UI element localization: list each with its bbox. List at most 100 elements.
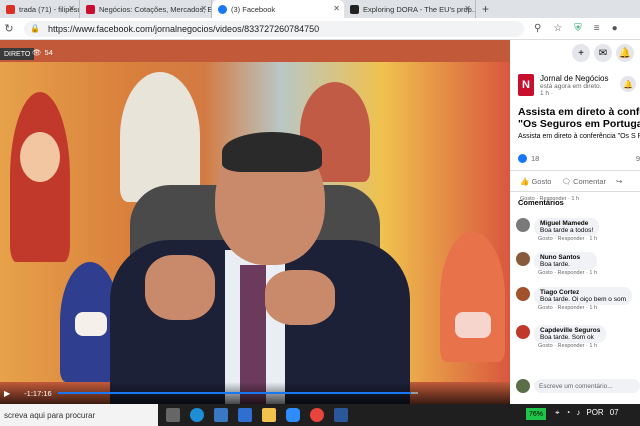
location-icon[interactable]: ⌖ <box>555 408 560 418</box>
post-age: 1 h · <box>540 90 554 97</box>
post-title: Assista em direto à confer "Os Seguros e… <box>518 106 640 130</box>
close-icon[interactable]: ✕ <box>68 4 75 13</box>
tab-2[interactable]: (3) Facebook ✕ <box>212 0 344 18</box>
task-view-icon[interactable] <box>166 408 180 422</box>
comment-item: Capdeville Seguros Boa tarde. Som ok Gosto… <box>516 325 607 349</box>
tab-0[interactable]: trada (71) - filipesu... ✕ <box>0 0 80 18</box>
reading-list-icon[interactable]: ≡ <box>594 23 600 34</box>
close-icon[interactable]: ✕ <box>464 4 471 13</box>
comment-item: Tiago Cortez Boa tarde. Oi oiço bem o som… <box>516 287 632 311</box>
like-button[interactable]: 👍 Gosto <box>520 177 551 186</box>
comment-label: Comentar <box>573 176 606 186</box>
avatar[interactable] <box>516 218 530 232</box>
comment-author[interactable]: Tiago Cortez <box>540 289 626 296</box>
comment-body: Gosto · Responder · 1 h <box>516 196 579 202</box>
play-icon[interactable]: ▶ <box>4 389 10 398</box>
word-icon[interactable] <box>334 408 348 422</box>
wifi-icon[interactable]: ◔ <box>566 408 571 418</box>
notifications-icon[interactable]: 🔔 <box>616 44 634 62</box>
zoom-icon[interactable]: ⚲ <box>534 23 541 34</box>
avatar[interactable] <box>516 252 530 266</box>
address-bar: ↻ 🔒 https://www.facebook.com/jornalnegoc… <box>0 18 640 40</box>
comment-author[interactable]: Miguel Mamede <box>540 220 593 227</box>
close-icon[interactable]: ✕ <box>200 4 207 13</box>
comment-author[interactable]: Nuno Santos <box>540 254 591 261</box>
battery-indicator[interactable]: 76% <box>526 408 547 420</box>
taskbar-search-input[interactable]: screva aqui para procurar <box>0 404 158 426</box>
video-player[interactable]: DIRETO 👁 54 <box>0 40 510 404</box>
zoom-app-icon[interactable] <box>286 408 300 422</box>
add-icon[interactable]: + <box>572 44 590 62</box>
new-tab-button[interactable]: + <box>476 0 495 18</box>
clock[interactable]: 07 <box>610 408 619 418</box>
tab-favicon-icon <box>350 4 359 14</box>
bell-icon[interactable]: 🔔 <box>620 76 636 92</box>
language-label[interactable]: POR <box>586 408 603 418</box>
illustration-face <box>20 132 60 182</box>
page-name[interactable]: Jornal de Negócios <box>540 74 608 83</box>
comment-meta[interactable]: Gosto · Responder · 1 h <box>538 236 599 242</box>
comment-bubble: Miguel Mamede Boa tarde a todos! <box>534 218 600 236</box>
lock-icon: 🔒 <box>30 24 40 33</box>
reload-icon[interactable]: ↻ <box>0 22 18 35</box>
messenger-icon[interactable]: ✉ <box>594 44 612 62</box>
comment-text: Boa tarde. <box>540 261 570 268</box>
comment-button[interactable]: 🗨 Comentar <box>561 177 606 186</box>
like-label: Gosto <box>531 176 552 186</box>
edge-icon[interactable] <box>190 408 204 422</box>
shield-icon[interactable]: ⛨ <box>574 23 582 34</box>
comment-input[interactable]: Escreve um comentário... <box>534 379 640 393</box>
jornal-logo[interactable]: N <box>518 74 534 96</box>
comment-author[interactable]: Capdeville Seguros <box>540 327 600 334</box>
comment-body: Miguel Mamede Boa tarde a todos! Gosto · R… <box>534 218 600 242</box>
viewer-count: 👁 54 <box>32 48 53 57</box>
comment-text: Boa tarde. Oi oiço bem o som <box>540 296 626 303</box>
system-tray: ⌖ ◔ ♪ POR 07 <box>555 408 619 418</box>
tab-strip: trada (71) - filipesu... ✕ Negócios: Cot… <box>0 0 640 18</box>
tab-1[interactable]: Negócios: Cotações, Mercados, E... ✕ <box>80 0 212 18</box>
chrome-icon[interactable] <box>310 408 324 422</box>
share-count[interactable]: 9 <box>636 154 640 163</box>
explorer-icon[interactable] <box>262 408 276 422</box>
comment-item: Nuno Santos Boa tarde. Gosto · Responder ·… <box>516 252 598 276</box>
like-reaction-icon <box>518 154 527 163</box>
volume-tray-icon[interactable]: ♪ <box>576 408 580 418</box>
taskbar-apps <box>166 408 348 422</box>
progress-fill <box>58 392 411 394</box>
post-title-line: Assista em direto à confer <box>518 106 640 118</box>
avatar[interactable] <box>516 325 530 339</box>
star-icon[interactable]: ☆ <box>553 23 562 34</box>
post-title-line: "Os Seguros em Portugal" <box>518 118 640 130</box>
share-icon[interactable]: ↪ <box>616 177 622 186</box>
illustration-figure <box>120 72 200 202</box>
mail-icon[interactable] <box>238 408 252 422</box>
avatar[interactable] <box>516 287 530 301</box>
reaction-count[interactable]: 18 <box>531 154 539 163</box>
facebook-icon <box>218 4 227 14</box>
post-actions: 👍 Gosto 🗨 Comentar ↪ <box>510 170 640 192</box>
speaker-hand <box>265 270 335 325</box>
illustration-mask <box>455 312 491 338</box>
comment-text: Boa tarde. Som ok <box>540 334 594 341</box>
url-field[interactable]: 🔒 https://www.facebook.com/jornalnegocio… <box>24 20 524 37</box>
profile-icon[interactable]: ● <box>612 23 618 34</box>
comment-meta[interactable]: Gosto · Responder · 1 h <box>538 343 606 349</box>
comment-meta[interactable]: Gosto · Responder · 1 h <box>538 270 597 276</box>
reactions-row: 18 9 <box>518 154 640 163</box>
post-panel: + ✉ 🔔 N Jornal de Negócios está agora em… <box>510 40 640 404</box>
comment-meta[interactable]: Gosto · Responder · 1 h <box>538 305 632 311</box>
store-icon[interactable] <box>214 408 228 422</box>
comment-meta[interactable]: Gosto · Responder · 1 h <box>520 196 579 202</box>
tab-3[interactable]: Exploring DORA - The EU's prop... ✕ <box>344 0 476 18</box>
close-icon[interactable]: ✕ <box>333 4 340 13</box>
page-status: está agora em direto. <box>540 83 602 90</box>
comment-body: Nuno Santos Boa tarde. Gosto · Responder ·… <box>534 252 598 276</box>
tab-label: Negócios: Cotações, Mercados, E... <box>99 4 212 14</box>
tab-favicon-icon <box>6 4 15 14</box>
page-header: N Jornal de Negócios está agora em diret… <box>518 74 608 97</box>
eye-icon: 👁 <box>32 48 42 57</box>
illustration-mask <box>75 312 107 336</box>
toolbar-icons: ⚲ ☆ ⛨ ≡ ● <box>534 23 618 34</box>
tab-label: Exploring DORA - The EU's prop... <box>363 4 476 14</box>
progress-bar[interactable] <box>58 392 418 394</box>
